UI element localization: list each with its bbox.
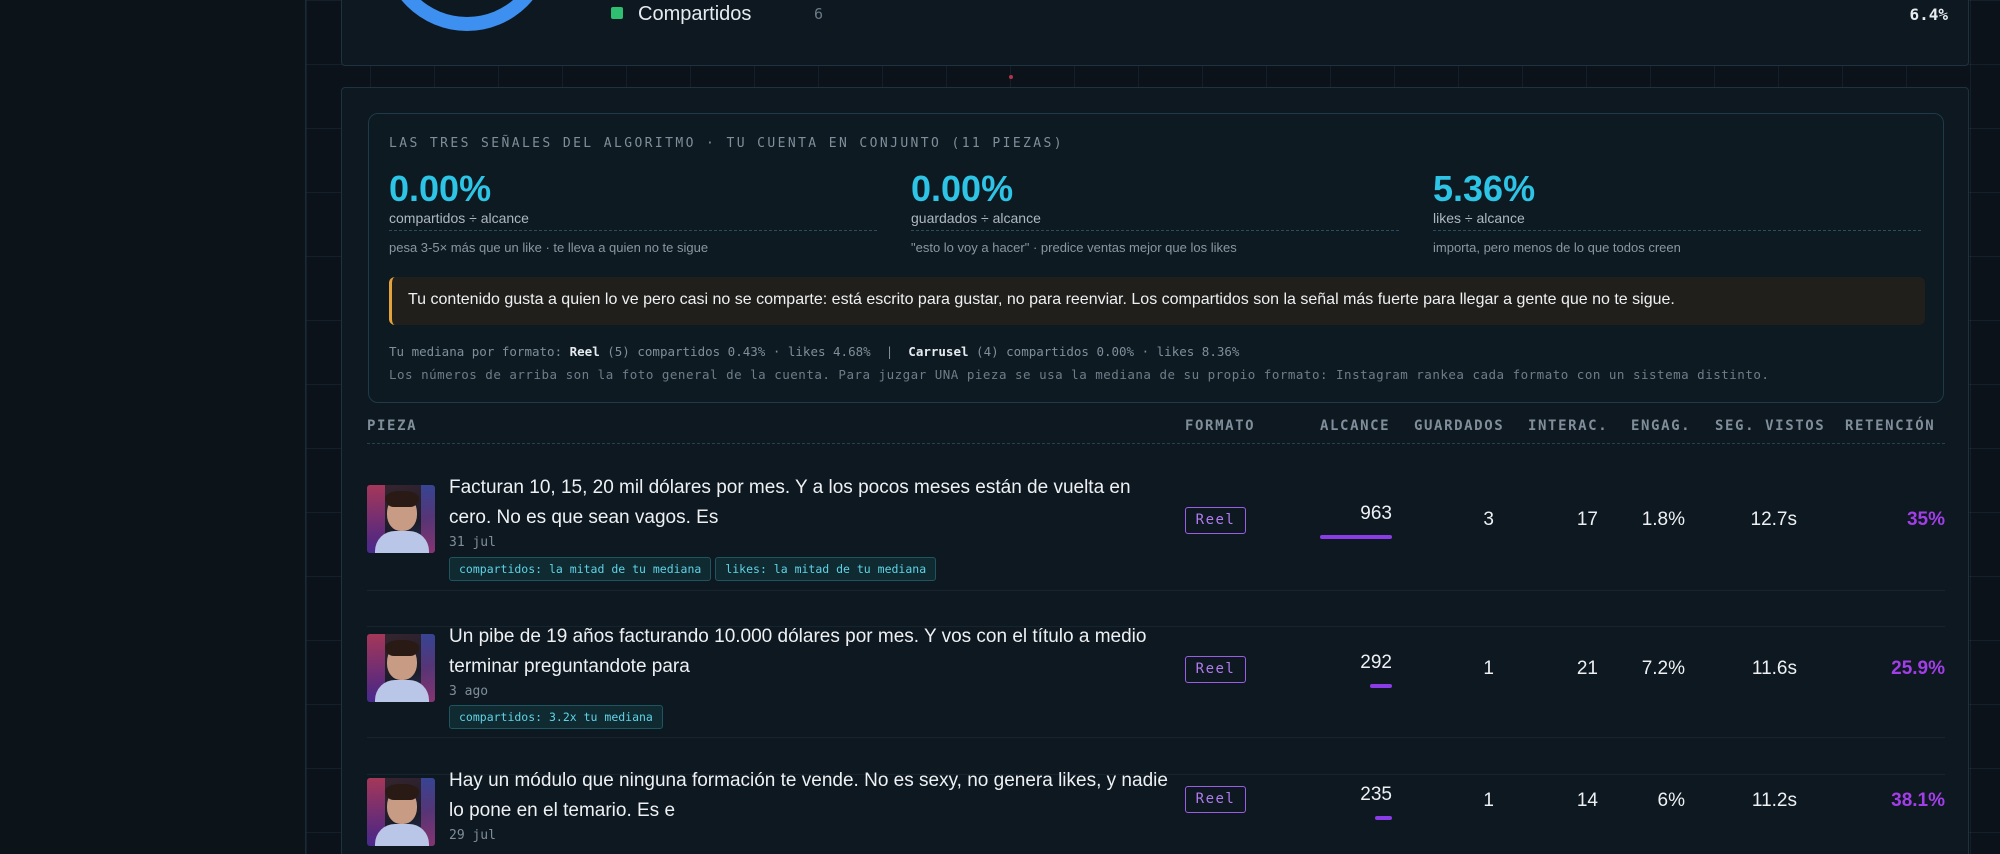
- divider-dot: [1009, 75, 1013, 79]
- metric-value: 5.36%: [1433, 168, 1536, 209]
- table-row[interactable]: Hay un módulo que ninguna formación te v…: [367, 770, 1945, 854]
- sidebar: [0, 0, 306, 854]
- saves-value: 1: [1483, 658, 1494, 679]
- metric-note: importa, pero menos de lo que todos cree…: [1433, 240, 1681, 255]
- retention-value: 35%: [1906, 509, 1945, 530]
- reach-bar: [1370, 684, 1392, 688]
- post-title[interactable]: Facturan 10, 15, 20 mil dólares por mes.…: [449, 473, 1169, 533]
- median-prefix: Tu mediana por formato:: [389, 344, 570, 359]
- metric-value: 0.00%: [389, 168, 492, 209]
- tag-badge: likes: la mitad de tu mediana: [715, 557, 937, 581]
- post-date: 31 jul: [449, 535, 496, 550]
- interactions-value: 17: [1576, 509, 1598, 530]
- interactions-value: 14: [1576, 790, 1598, 811]
- post-date: 3 ago: [449, 684, 489, 699]
- post-tags: compartidos: 3.2x tu mediana: [449, 705, 667, 729]
- algorithm-signals-panel: LAS TRES SEÑALES DEL ALGORITMO · TU CUEN…: [368, 113, 1944, 403]
- table-header: PIEZA FORMATO ALCANCE GUARDADOS INTERAC.…: [367, 418, 1945, 444]
- post-thumbnail[interactable]: [367, 778, 435, 846]
- reach-value: 235: [1360, 784, 1392, 805]
- tag-badge: compartidos: 3.2x tu mediana: [449, 705, 663, 729]
- engagement-value: 6%: [1657, 790, 1685, 811]
- reach-value: 963: [1360, 503, 1392, 524]
- column-pieza[interactable]: PIEZA: [367, 418, 417, 434]
- reach-value: 292: [1360, 652, 1392, 673]
- legend-count: 6: [814, 5, 824, 23]
- column-guardados[interactable]: GUARDADOS: [1414, 418, 1504, 434]
- seconds-viewed-value: 11.6s: [1751, 658, 1797, 679]
- saves-value: 1: [1483, 790, 1494, 811]
- format-badge: Reel: [1185, 656, 1246, 683]
- metric-label: guardados ÷ alcance: [911, 210, 1399, 231]
- post-title[interactable]: Un pibe de 19 años facturando 10.000 dól…: [449, 622, 1169, 682]
- metric-note: "esto lo voy a hacer" · predice ventas m…: [911, 240, 1237, 255]
- post-title[interactable]: Hay un módulo que ninguna formación te v…: [449, 766, 1169, 826]
- saves-value: 3: [1483, 509, 1494, 530]
- median-note: Los números de arriba son la foto genera…: [389, 367, 1770, 382]
- seconds-viewed-value: 11.2s: [1751, 790, 1797, 811]
- donut-chart: [382, 0, 552, 31]
- post-thumbnail[interactable]: [367, 634, 435, 702]
- seconds-viewed-value: 12.7s: [1750, 509, 1797, 530]
- reach-bar: [1375, 816, 1392, 820]
- format-badge: Reel: [1185, 507, 1246, 534]
- legend-swatch: [611, 7, 623, 19]
- engagement-value: 1.8%: [1641, 509, 1685, 530]
- median-by-format: Tu mediana por formato: Reel (5) compart…: [389, 344, 1239, 359]
- legend-percentage: 6.4%: [1909, 5, 1948, 24]
- column-engag[interactable]: ENGAG.: [1631, 418, 1691, 434]
- metric-value: 0.00%: [911, 168, 1014, 209]
- post-tags: compartidos: la mitad de tu mediana likes…: [449, 557, 940, 581]
- legend-label: Compartidos: [638, 3, 752, 25]
- insight-callout: Tu contenido gusta a quien lo ve pero ca…: [389, 277, 1925, 325]
- metric-label: likes ÷ alcance: [1433, 210, 1921, 231]
- post-thumbnail[interactable]: [367, 485, 435, 553]
- table-row[interactable]: Facturan 10, 15, 20 mil dólares por mes.…: [367, 473, 1945, 591]
- engagement-value: 7.2%: [1641, 658, 1685, 679]
- format-badge: Reel: [1185, 786, 1246, 813]
- metric-shares: 0.00% compartidos ÷ alcance pesa 3-5× má…: [389, 168, 877, 255]
- median-reel-text: (5) compartidos 0.43% · likes 4.68% |: [599, 344, 909, 359]
- column-seg-vistos[interactable]: SEG. VISTOS: [1715, 418, 1825, 434]
- reach-bar: [1320, 535, 1392, 539]
- tag-badge: compartidos: la mitad de tu mediana: [449, 557, 712, 581]
- column-retencion[interactable]: RETENCIÓN: [1845, 418, 1935, 434]
- distribution-card: Compartidos 6 6.4%: [341, 0, 1969, 66]
- signals-title: LAS TRES SEÑALES DEL ALGORITMO · TU CUEN…: [389, 136, 1064, 151]
- metric-likes: 5.36% likes ÷ alcance importa, pero meno…: [1433, 168, 1921, 255]
- column-interac[interactable]: INTERAC.: [1528, 418, 1608, 434]
- table-row[interactable]: Un pibe de 19 años facturando 10.000 dól…: [367, 626, 1945, 738]
- retention-value: 38.1%: [1891, 790, 1945, 811]
- metric-saves: 0.00% guardados ÷ alcance "esto lo voy a…: [911, 168, 1399, 255]
- column-formato[interactable]: FORMATO: [1185, 418, 1255, 434]
- pieces-card: LAS TRES SEÑALES DEL ALGORITMO · TU CUEN…: [341, 87, 1969, 854]
- retention-value: 25.9%: [1891, 658, 1945, 679]
- metric-note: pesa 3-5× más que un like · te lleva a q…: [389, 240, 709, 255]
- metric-label: compartidos ÷ alcance: [389, 210, 877, 231]
- interactions-value: 21: [1576, 658, 1598, 679]
- median-carrusel-text: (4) compartidos 0.00% · likes 8.36%: [968, 344, 1240, 359]
- median-reel-label: Reel: [569, 344, 600, 359]
- column-alcance[interactable]: ALCANCE: [1320, 418, 1390, 434]
- post-date: 29 jul: [449, 828, 496, 843]
- median-carrusel-label: Carrusel: [908, 344, 969, 359]
